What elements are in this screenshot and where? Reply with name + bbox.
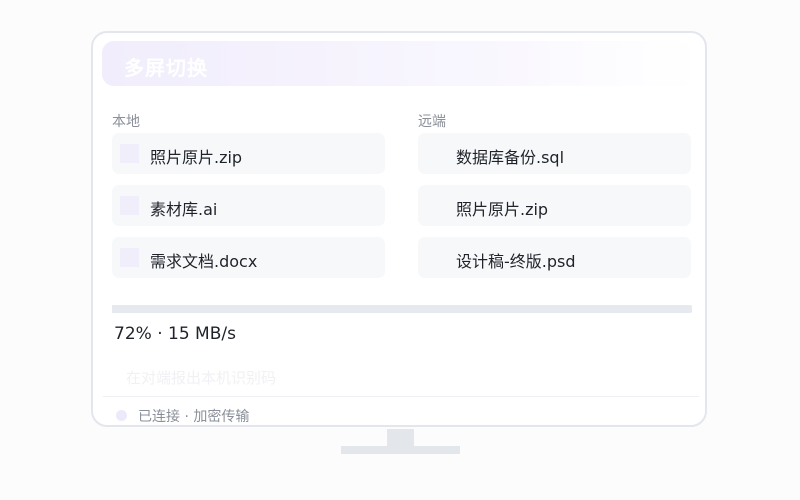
page-title: 多屏切换 [124, 56, 208, 80]
transfer-progress-fill [112, 305, 530, 313]
file-name: 照片原片.zip [456, 200, 549, 219]
header-bar: 多屏切换 [102, 41, 698, 86]
file-name: 数据库备份.sql [456, 148, 565, 167]
file-name: 需求文档.docx [150, 252, 258, 271]
file-name: 素材库.ai [150, 200, 218, 219]
file-name: 照片原片.zip [150, 148, 243, 167]
transfer-progress-bar [112, 305, 692, 313]
file-icon [120, 248, 139, 267]
hint-text: 在对端报出本机识别码 [126, 369, 277, 387]
local-file-item[interactable]: 需求文档.docx [112, 237, 385, 278]
remote-file-item[interactable]: 照片原片.zip [418, 185, 691, 226]
connection-status-dot-icon [116, 410, 127, 421]
connection-status-text: 已连接 · 加密传输 [138, 409, 250, 425]
local-file-item[interactable]: 素材库.ai [112, 185, 385, 226]
monitor-stand-base [341, 446, 460, 454]
remote-file-item[interactable]: 设计稿-终版.psd [418, 237, 691, 278]
local-column-label: 本地 [112, 114, 140, 130]
remote-column-label: 远端 [418, 114, 446, 130]
local-file-item[interactable]: 照片原片.zip [112, 133, 385, 174]
file-icon [120, 144, 139, 163]
transfer-speed-text: 72% · 15 MB/s [114, 324, 236, 344]
monitor-stand-neck [387, 429, 414, 447]
remote-file-item[interactable]: 数据库备份.sql [418, 133, 691, 174]
file-name: 设计稿-终版.psd [456, 252, 576, 271]
file-icon [120, 196, 139, 215]
footer-divider [103, 396, 699, 397]
monitor-frame: 多屏切换 本地 照片原片.zip 素材库.ai 需求文档.docx 远端 数据库… [91, 31, 707, 427]
